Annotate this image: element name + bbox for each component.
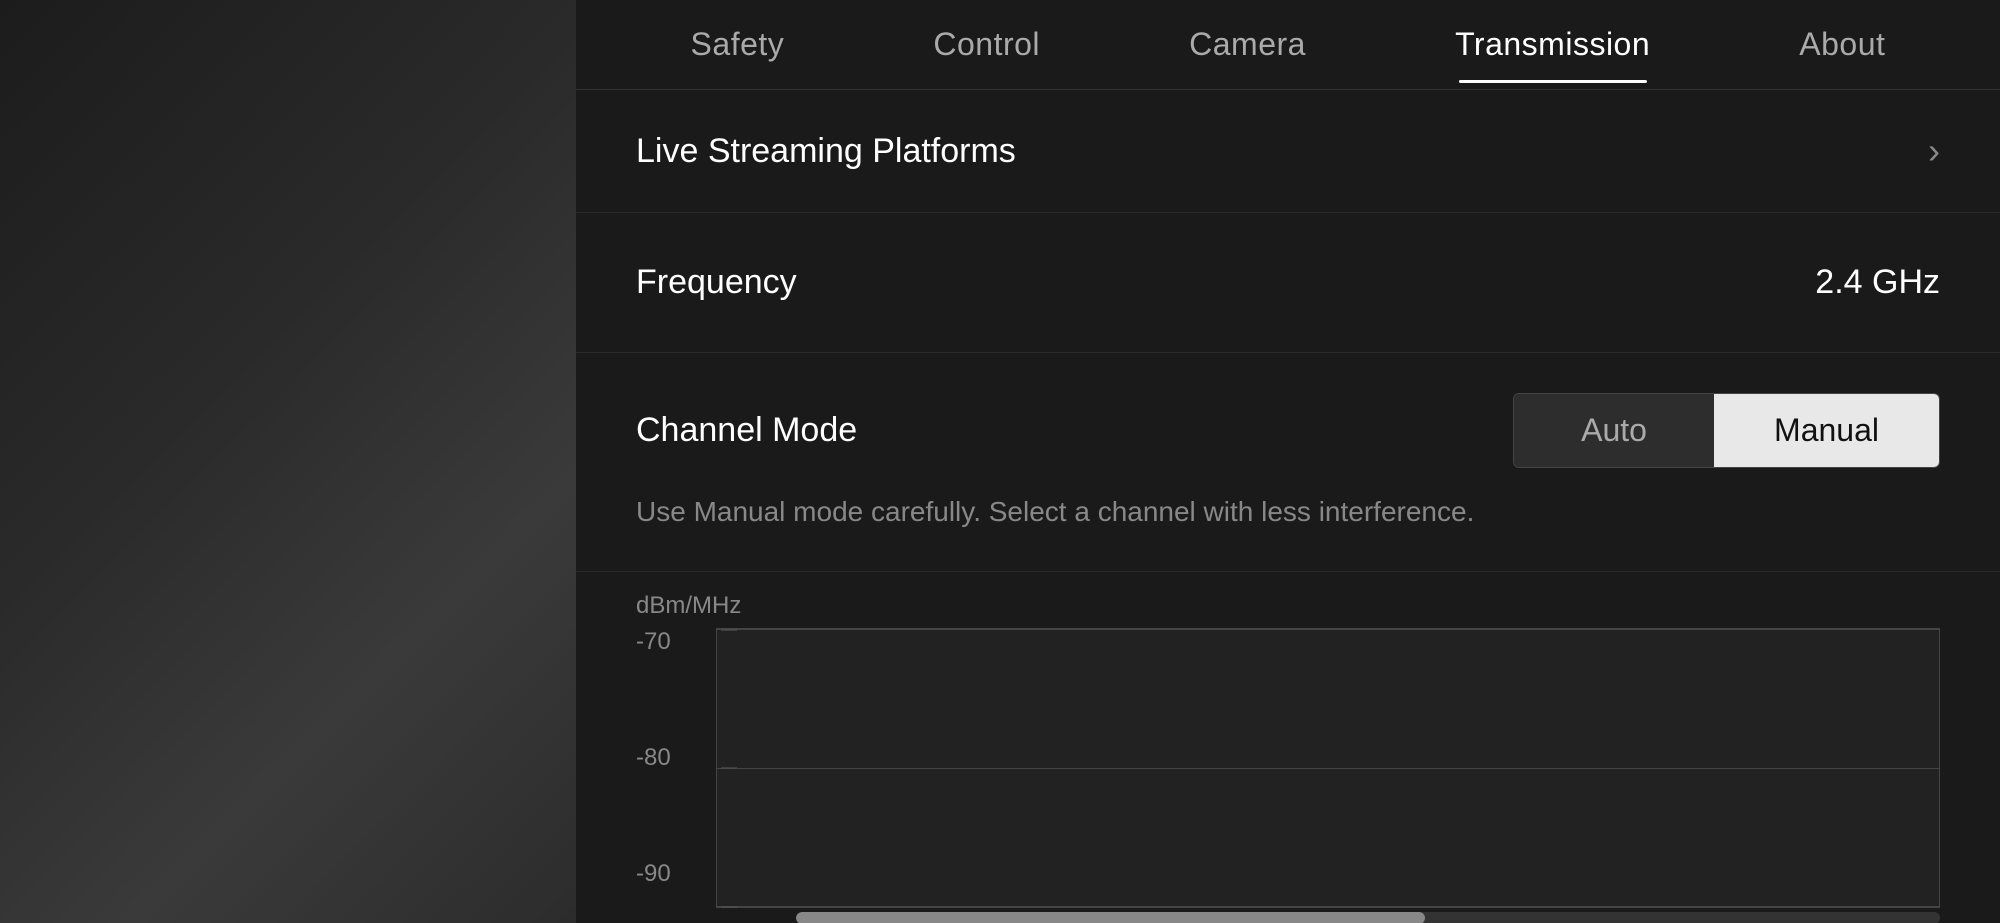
tab-about[interactable]: About	[1779, 16, 1905, 73]
live-streaming-label: Live Streaming Platforms	[636, 132, 1016, 171]
right-panel: Safety Control Camera Transmission About…	[576, 0, 2000, 923]
content-area: Live Streaming Platforms › Frequency 2.4…	[576, 90, 2000, 923]
chart-gridline-mid	[717, 768, 1939, 769]
tab-transmission[interactable]: Transmission	[1435, 16, 1670, 73]
chart-container: -70 -80 -90	[636, 628, 1940, 908]
chart-scrollbar[interactable]	[796, 912, 1940, 923]
chart-section: dBm/MHz -70 -80 -90	[576, 572, 2000, 923]
chart-bottom-row: ≈1km	[636, 912, 1940, 923]
channel-mode-section: Channel Mode Auto Manual Use Manual mode…	[576, 353, 2000, 572]
left-panel	[0, 0, 576, 923]
channel-mode-manual-button[interactable]: Manual	[1714, 394, 1939, 467]
chart-y-tick-80: -80	[636, 744, 706, 772]
chart-gridline-top	[717, 629, 1939, 630]
tab-control[interactable]: Control	[913, 16, 1060, 73]
frequency-value: 2.4 GHz	[1815, 263, 1940, 302]
chart-y-axis: -70 -80 -90	[636, 628, 716, 908]
live-streaming-row[interactable]: Live Streaming Platforms ›	[576, 90, 2000, 213]
frequency-label: Frequency	[636, 263, 797, 302]
channel-mode-hint: Use Manual mode carefully. Select a chan…	[636, 492, 1940, 531]
chart-y-tick-90: -90	[636, 860, 706, 888]
chart-gridline-bot	[717, 906, 1939, 907]
chevron-right-icon: ›	[1928, 130, 1940, 172]
channel-mode-label: Channel Mode	[636, 411, 857, 450]
tab-camera[interactable]: Camera	[1169, 16, 1326, 73]
chart-y-axis-label: dBm/MHz	[636, 592, 1940, 620]
chart-scrollbar-thumb	[796, 912, 1425, 923]
chart-distance-label: ≈1km	[1877, 918, 1940, 923]
channel-mode-row: Channel Mode Auto Manual	[636, 393, 1940, 468]
tab-safety[interactable]: Safety	[671, 16, 805, 73]
chart-plot-area	[716, 628, 1940, 908]
navigation-tabs: Safety Control Camera Transmission About	[576, 0, 2000, 90]
frequency-row: Frequency 2.4 GHz	[576, 213, 2000, 353]
channel-mode-auto-button[interactable]: Auto	[1514, 394, 1714, 467]
chart-y-tick-70: -70	[636, 628, 706, 656]
channel-mode-toggle-group: Auto Manual	[1513, 393, 1940, 468]
